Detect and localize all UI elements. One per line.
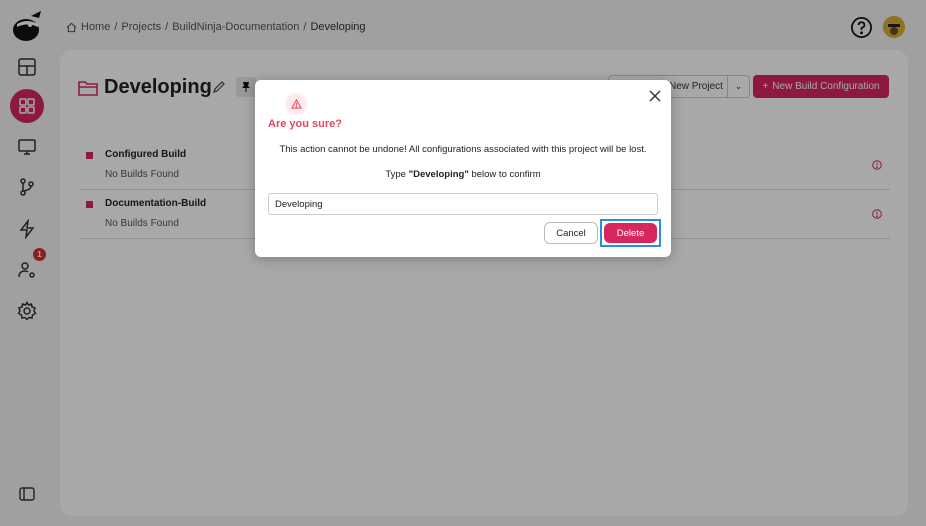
dialog-message: This action cannot be undone! All config… <box>279 144 647 155</box>
hint-prefix: Type <box>385 169 409 180</box>
delete-button-focus-ring: Delete <box>600 219 661 247</box>
warning-badge <box>285 93 307 115</box>
delete-button[interactable]: Delete <box>604 223 657 243</box>
delete-confirm-dialog: Are you sure? This action cannot be undo… <box>255 80 671 257</box>
dialog-title: Are you sure? <box>268 118 342 130</box>
hint-project-name: "Developing" <box>408 169 469 180</box>
confirm-name-input[interactable]: Developing <box>268 193 658 215</box>
cancel-button[interactable]: Cancel <box>544 222 598 244</box>
close-icon[interactable] <box>649 90 661 102</box>
warning-triangle-icon <box>290 99 302 109</box>
modal-backdrop[interactable] <box>0 0 926 526</box>
hint-suffix: below to confirm <box>468 169 541 180</box>
confirm-hint: Type "Developing" below to confirm <box>255 169 671 180</box>
